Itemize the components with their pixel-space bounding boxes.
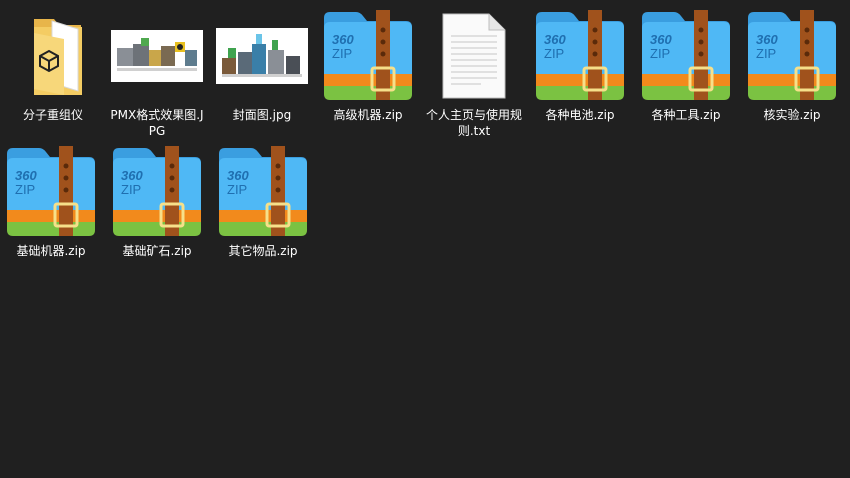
file-name: 分子重组仪 — [22, 108, 83, 122]
image-thumbnail — [107, 6, 207, 106]
svg-text:ZIP: ZIP — [227, 182, 247, 197]
zip-archive-icon: 360 ZIP — [742, 6, 842, 106]
file-item-folder[interactable]: 分子重组仪 — [0, 6, 106, 123]
file-item-zip[interactable]: 360 ZIP 高级机器.zip — [315, 6, 421, 123]
file-name: 高级机器.zip — [333, 108, 403, 122]
svg-text:360: 360 — [544, 32, 566, 47]
file-name: 基础矿石.zip — [122, 244, 192, 258]
file-name: 其它物品.zip — [228, 244, 298, 258]
file-name: 封面图.jpg — [232, 108, 292, 122]
folder-icon — [3, 6, 103, 106]
svg-text:ZIP: ZIP — [650, 46, 670, 61]
image-thumbnail — [212, 6, 312, 106]
file-item-zip[interactable]: 360 ZIP 基础矿石.zip — [104, 142, 210, 259]
zip-archive-icon: 360 ZIP — [213, 142, 313, 242]
svg-text:360: 360 — [121, 168, 143, 183]
file-name: 各种工具.zip — [651, 108, 721, 122]
file-name: 核实验.zip — [763, 108, 821, 122]
zip-archive-icon: 360 ZIP — [1, 142, 101, 242]
svg-text:ZIP: ZIP — [121, 182, 141, 197]
svg-text:360: 360 — [227, 168, 249, 183]
file-item-zip[interactable]: 360 ZIP 其它物品.zip — [210, 142, 316, 259]
file-item-zip[interactable]: 360 ZIP 各种电池.zip — [527, 6, 633, 123]
file-item-zip[interactable]: 360 ZIP 各种工具.zip — [633, 6, 739, 123]
file-item-image[interactable]: PMX格式效果图.JPG — [104, 6, 210, 139]
zip-archive-icon: 360 ZIP — [530, 6, 630, 106]
text-file-icon — [424, 6, 524, 106]
svg-text:ZIP: ZIP — [544, 46, 564, 61]
file-item-text[interactable]: 个人主页与使用规则.txt — [421, 6, 527, 139]
file-name: PMX格式效果图.JPG — [110, 108, 204, 138]
svg-text:360: 360 — [756, 32, 778, 47]
file-item-image[interactable]: 封面图.jpg — [209, 6, 315, 123]
file-item-zip[interactable]: 360 ZIP 基础机器.zip — [0, 142, 104, 259]
desktop-file-grid: 分子重组仪 PMX格式效果图.JPG 封面图.jpg 360 ZIP 高级机器.… — [0, 0, 850, 478]
zip-archive-icon: 360 ZIP — [318, 6, 418, 106]
svg-text:ZIP: ZIP — [756, 46, 776, 61]
svg-text:ZIP: ZIP — [15, 182, 35, 197]
file-name: 基础机器.zip — [16, 244, 86, 258]
file-name: 个人主页与使用规则.txt — [425, 108, 522, 138]
svg-text:360: 360 — [650, 32, 672, 47]
svg-text:360: 360 — [15, 168, 37, 183]
file-name: 各种电池.zip — [545, 108, 615, 122]
svg-text:ZIP: ZIP — [332, 46, 352, 61]
zip-archive-icon: 360 ZIP — [107, 142, 207, 242]
svg-text:360: 360 — [332, 32, 354, 47]
zip-archive-icon: 360 ZIP — [636, 6, 736, 106]
file-item-zip[interactable]: 360 ZIP 核实验.zip — [739, 6, 845, 123]
